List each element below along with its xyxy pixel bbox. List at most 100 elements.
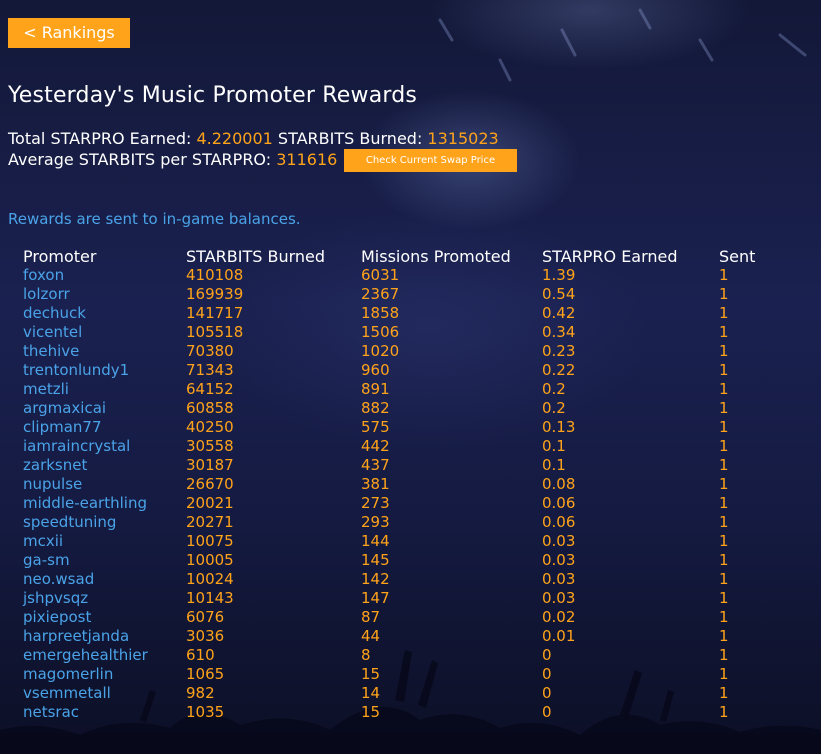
sent-cell: 1 (719, 361, 729, 379)
promoter-cell[interactable]: speedtuning (20, 513, 183, 532)
missions-promoted-cell: 293 (361, 513, 390, 531)
promoter-cell[interactable]: zarksnet (20, 456, 183, 475)
starbits-burned-cell: 10024 (186, 570, 234, 588)
starpro-earned-cell: 0.03 (542, 532, 576, 550)
header-missions-promoted: Missions Promoted (361, 247, 511, 266)
promoter-cell[interactable]: neo.wsad (20, 570, 183, 589)
promoter-cell[interactable]: clipman77 (20, 418, 183, 437)
table-row: argmaxicai 60858 882 0.2 1 (20, 399, 779, 418)
promoter-cell[interactable]: argmaxicai (20, 399, 183, 418)
promoter-cell[interactable]: foxon (20, 266, 183, 285)
promoter-cell[interactable]: harpreetjanda (20, 627, 183, 646)
table-row: metzli 64152 891 0.2 1 (20, 380, 779, 399)
table-row: ga-sm 10005 145 0.03 1 (20, 551, 779, 570)
sent-cell: 1 (719, 646, 729, 664)
table-row: jshpvsqz 10143 147 0.03 1 (20, 589, 779, 608)
check-swap-price-button[interactable]: Check Current Swap Price (344, 149, 517, 172)
header-starbits-burned: STARBITS Burned (186, 247, 326, 266)
promoter-cell[interactable]: middle-earthling (20, 494, 183, 513)
starpro-earned-cell: 0 (542, 665, 552, 683)
promoter-cell[interactable]: magomerlin (20, 665, 183, 684)
starbits-burned-cell: 6076 (186, 608, 225, 626)
starbits-burned-label: STARBITS Burned: (277, 129, 423, 148)
promoter-cell[interactable]: pixiepost (20, 608, 183, 627)
promoter-cell[interactable]: metzli (20, 380, 183, 399)
sent-cell: 1 (719, 570, 729, 588)
promoter-cell[interactable]: thehive (20, 342, 183, 361)
starpro-earned-cell: 0.03 (542, 551, 576, 569)
missions-promoted-cell: 8 (361, 646, 371, 664)
promoter-cell[interactable]: trentonlundy1 (20, 361, 183, 380)
header-sent: Sent (719, 247, 756, 266)
promoter-cell[interactable]: vsemmetall (20, 684, 183, 703)
starpro-earned-cell: 0 (542, 703, 552, 721)
total-starpro-value: 4.220001 (196, 129, 273, 148)
table-row: trentonlundy1 71343 960 0.22 1 (20, 361, 779, 380)
rankings-back-button[interactable]: < Rankings (8, 18, 130, 48)
missions-promoted-cell: 14 (361, 684, 381, 702)
sent-cell: 1 (719, 304, 729, 322)
starbits-burned-cell: 3036 (186, 627, 225, 645)
starpro-earned-cell: 0 (542, 684, 552, 702)
missions-promoted-cell: 15 (361, 703, 381, 721)
sent-cell: 1 (719, 608, 729, 626)
missions-promoted-cell: 1858 (361, 304, 400, 322)
promoter-cell[interactable]: dechuck (20, 304, 183, 323)
starpro-earned-cell: 0.1 (542, 437, 566, 455)
starbits-burned-cell: 30187 (186, 456, 234, 474)
missions-promoted-cell: 1020 (361, 342, 400, 360)
starbits-burned-cell: 30558 (186, 437, 234, 455)
starbits-burned-cell: 60858 (186, 399, 234, 417)
promoter-cell[interactable]: netsrac (20, 703, 183, 722)
missions-promoted-cell: 147 (361, 589, 390, 607)
table-row: zarksnet 30187 437 0.1 1 (20, 456, 779, 475)
sent-cell: 1 (719, 513, 729, 531)
sent-cell: 1 (719, 665, 729, 683)
promoter-cell[interactable]: lolzorr (20, 285, 183, 304)
table-row: vicentel 105518 1506 0.34 1 (20, 323, 779, 342)
promoter-cell[interactable]: iamraincrystal (20, 437, 183, 456)
promoter-cell[interactable]: jshpvsqz (20, 589, 183, 608)
table-row: speedtuning 20271 293 0.06 1 (20, 513, 779, 532)
promoter-cell[interactable]: nupulse (20, 475, 183, 494)
summary-line-totals: Total STARPRO Earned: 4.220001 STARBITS … (8, 129, 499, 148)
starpro-earned-cell: 0.2 (542, 399, 566, 417)
starbits-burned-cell: 610 (186, 646, 215, 664)
missions-promoted-cell: 145 (361, 551, 390, 569)
starbits-burned-cell: 410108 (186, 266, 244, 284)
starbits-burned-cell: 105518 (186, 323, 244, 341)
table-row: iamraincrystal 30558 442 0.1 1 (20, 437, 779, 456)
starbits-burned-cell: 1035 (186, 703, 225, 721)
missions-promoted-cell: 2367 (361, 285, 400, 303)
starpro-earned-cell: 0.03 (542, 570, 576, 588)
starpro-earned-cell: 0.06 (542, 494, 576, 512)
missions-promoted-cell: 960 (361, 361, 390, 379)
sent-cell: 1 (719, 285, 729, 303)
missions-promoted-cell: 575 (361, 418, 390, 436)
starpro-earned-cell: 0.1 (542, 456, 566, 474)
promoter-cell[interactable]: emergehealthier (20, 646, 183, 665)
table-row: middle-earthling 20021 273 0.06 1 (20, 494, 779, 513)
starpro-earned-cell: 0.08 (542, 475, 576, 493)
header-promoter: Promoter (23, 247, 97, 266)
sent-cell: 1 (719, 399, 729, 417)
sent-cell: 1 (719, 494, 729, 512)
sent-cell: 1 (719, 418, 729, 436)
missions-promoted-cell: 437 (361, 456, 390, 474)
sent-cell: 1 (719, 703, 729, 721)
table-row: thehive 70380 1020 0.23 1 (20, 342, 779, 361)
starpro-earned-cell: 0.34 (542, 323, 576, 341)
starbits-burned-value: 1315023 (427, 129, 499, 148)
starpro-earned-cell: 0.13 (542, 418, 576, 436)
summary-line-average: Average STARBITS per STARPRO: 311616 (8, 150, 337, 169)
starpro-earned-cell: 0.01 (542, 627, 576, 645)
starpro-earned-cell: 0.02 (542, 608, 576, 626)
promoter-cell[interactable]: vicentel (20, 323, 183, 342)
sent-cell: 1 (719, 323, 729, 341)
promoter-cell[interactable]: mcxii (20, 532, 183, 551)
promoter-cell[interactable]: ga-sm (20, 551, 183, 570)
missions-promoted-cell: 15 (361, 665, 381, 683)
sent-cell: 1 (719, 342, 729, 360)
starbits-burned-cell: 71343 (186, 361, 234, 379)
sent-cell: 1 (719, 380, 729, 398)
